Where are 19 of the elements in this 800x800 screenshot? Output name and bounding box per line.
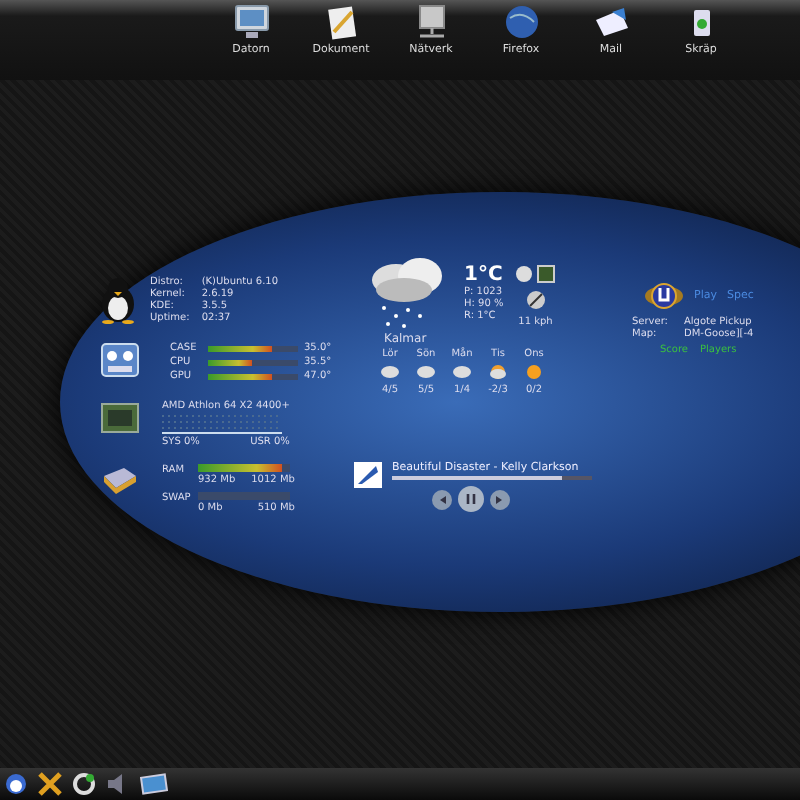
game-logo-icon bbox=[644, 280, 684, 312]
chip-icon bbox=[100, 400, 140, 436]
weather-icons-drawing bbox=[515, 264, 556, 284]
launcher-icon[interactable] bbox=[4, 772, 28, 796]
cloud-icon bbox=[488, 364, 508, 380]
compass-icon bbox=[525, 290, 546, 310]
next-button[interactable] bbox=[490, 489, 510, 509]
sun-icon bbox=[524, 364, 544, 380]
music-player-icon bbox=[354, 462, 382, 488]
tools-icon[interactable] bbox=[38, 772, 62, 796]
refresh-icon[interactable] bbox=[72, 772, 96, 796]
pause-button[interactable] bbox=[458, 486, 484, 512]
sensor-icon bbox=[100, 342, 140, 378]
cpu-graph bbox=[162, 414, 282, 434]
penguin-icon bbox=[96, 276, 140, 324]
screen-icon[interactable] bbox=[140, 772, 168, 796]
current-temperature: 1°C bbox=[464, 264, 504, 286]
previous-button[interactable] bbox=[432, 489, 452, 509]
memory-chip-icon bbox=[100, 464, 140, 496]
